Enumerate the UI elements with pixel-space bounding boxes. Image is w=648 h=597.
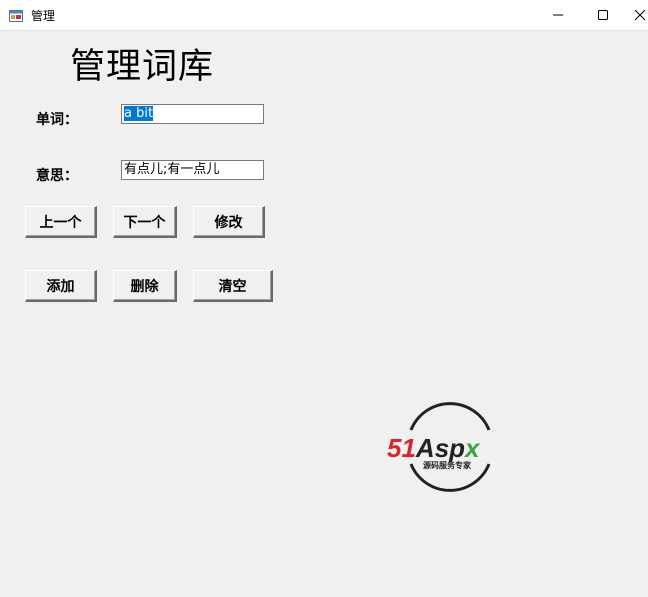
meaning-input-value: 有点儿;有一点儿 xyxy=(124,162,220,177)
meaning-input[interactable]: 有点儿;有一点儿 xyxy=(121,160,264,180)
page-title: 管理词库 xyxy=(70,47,215,87)
title-bar[interactable]: 管理 xyxy=(0,0,648,31)
edit-button[interactable]: 修改 xyxy=(193,206,265,238)
add-button[interactable]: 添加 xyxy=(25,270,97,302)
word-input-value: a bit xyxy=(124,106,154,121)
logo-dark-text: Asp xyxy=(415,433,465,463)
minimize-button[interactable] xyxy=(535,0,581,30)
meaning-label: 意思： xyxy=(36,168,78,184)
delete-button[interactable]: 删除 xyxy=(113,270,177,302)
next-button[interactable]: 下一个 xyxy=(113,206,177,238)
close-button[interactable] xyxy=(625,0,648,30)
app-window: 管理 管理词库 单词： a bit 意思： 有点儿;有一点儿 上一个 下一个 修… xyxy=(0,0,648,597)
prev-button[interactable]: 上一个 xyxy=(25,206,97,238)
clear-button[interactable]: 清空 xyxy=(193,270,273,302)
logo-red-text: 51 xyxy=(387,433,416,463)
window-title: 管理 xyxy=(31,9,56,23)
app-window-icon xyxy=(9,8,23,22)
svg-text:51Aspx: 51Aspx xyxy=(387,433,481,463)
word-label: 单词： xyxy=(36,112,78,128)
word-input[interactable]: a bit xyxy=(121,104,264,124)
brand-logo: 51Aspx 源码服务专家 xyxy=(385,402,515,494)
logo-green-text: x xyxy=(463,433,481,463)
logo-tagline: 源码服务专家 xyxy=(423,460,472,470)
maximize-button[interactable] xyxy=(580,0,626,30)
